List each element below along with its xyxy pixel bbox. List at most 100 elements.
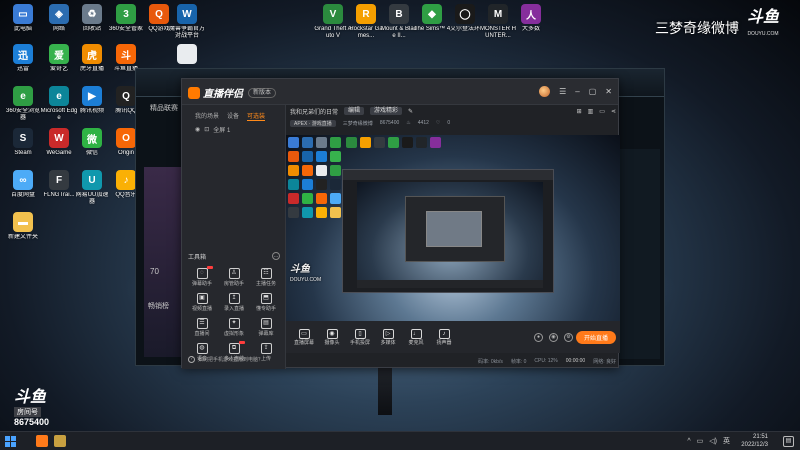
clock[interactable]: 21:51 2022/12/3 [741, 433, 768, 449]
desktop-icon-label: 迅雷 [16, 66, 29, 72]
desktop-icon-label: 此电脑 [13, 26, 32, 32]
desktop-icon[interactable]: S Steam [4, 128, 42, 157]
desktop-icon[interactable]: U 网易UU加速器 [73, 170, 111, 206]
desktop-icon[interactable]: ∞ 百度网盘 [4, 170, 42, 199]
pc-icon: ▭ [13, 4, 33, 24]
source-button-icon: ▷ [382, 328, 394, 339]
huya-icon: 虎 [82, 44, 102, 64]
notification-icon[interactable]: ▤ [783, 436, 794, 447]
preview-mini-icon [330, 137, 341, 148]
sidebar-footer-tip[interactable]: ? 如何把手机游戏直播到电脑？ [188, 356, 263, 363]
settings-icon[interactable]: ⚙ [563, 332, 573, 342]
desktop-icon[interactable]: ▭ 此电脑 [4, 4, 42, 33]
toolbox-item[interactable]: ✦ 虚拟形象 [218, 318, 250, 337]
desktop-icon[interactable]: ♻ 回收站 [73, 4, 111, 33]
minimize-icon[interactable]: – [575, 87, 579, 97]
toolbox-item-icon: ◍ [196, 343, 208, 354]
desktop-icon[interactable]: ▬ 新建文件夹 [4, 212, 42, 241]
gta-icon: V [323, 4, 343, 24]
preview-mini-icon [374, 137, 385, 148]
app-name: 直播伴侣 [203, 89, 243, 100]
chart-icon[interactable]: ▥ [588, 108, 594, 115]
screen-icon[interactable]: ▭ [599, 108, 605, 115]
record-icon[interactable]: ● [533, 332, 543, 342]
edit-room-button[interactable]: 编辑 [344, 107, 365, 115]
scene-item[interactable]: ◉ ⊡ 全屏 1 [182, 121, 285, 134]
start-button[interactable] [5, 436, 16, 447]
toolbox-item-icon: ⇪ [260, 343, 272, 354]
toolbox-item[interactable]: ⬒ 懂专助手 [250, 293, 282, 312]
status-net: 网络: 良好 [593, 358, 616, 365]
desktop-icon[interactable]: W 魔兽争霸官方对战平台 [168, 4, 206, 40]
source-button[interactable]: ◉ 摄像头 [318, 328, 346, 346]
likes-count: 0 [447, 120, 451, 126]
source-button[interactable]: ♪ 扬声器 [430, 328, 458, 346]
preview-mini-icon [360, 137, 371, 148]
like-icon: ♡ [435, 120, 441, 126]
desktop-icon[interactable]: e 360安全浏览器 [4, 86, 42, 122]
desktop-icon[interactable]: 迅迅雷 [4, 44, 42, 73]
gift-icon[interactable]: ⊞ [577, 108, 582, 115]
source-button[interactable]: ▭ 直播屏幕 [290, 328, 318, 346]
eye-icon[interactable]: ◉ [548, 332, 558, 342]
toolbox-item-icon: ▤ [260, 318, 272, 329]
desktop-icon[interactable] [168, 44, 206, 66]
tab-devices[interactable]: 设备 [227, 111, 239, 121]
start-tile [5, 442, 10, 447]
status-cpu: CPU: 12% [534, 358, 558, 364]
toolbox-more-button[interactable]: … [272, 252, 280, 260]
toolbox-item[interactable]: ▤ 弹幕库 [250, 318, 282, 337]
toolbox-item[interactable]: ▣ 视频直播 [186, 293, 218, 312]
pencil-icon[interactable]: ✎ [408, 108, 413, 115]
version-badge[interactable]: 新版本 [248, 87, 277, 98]
category-tag[interactable]: APEX · 游戏直播 [290, 119, 336, 127]
stream-preview[interactable]: 斗鱼 DOUYU.COM [286, 135, 620, 321]
share-icon[interactable]: ⋖ [611, 108, 616, 115]
taskbar-game-app[interactable] [54, 435, 66, 447]
game-select-button[interactable]: 游戏精彩 [370, 107, 403, 115]
menu-icon[interactable]: ☰ [559, 87, 566, 97]
desktop-icon[interactable]: 虎虎牙直播 [73, 44, 111, 73]
tab-addons[interactable]: 可选装 [247, 111, 266, 121]
preview-mini-icon [346, 137, 357, 148]
toolbox-item-icon: ↥ [228, 293, 240, 304]
toolbox-item[interactable]: ☷ 主播任务 [250, 268, 282, 287]
chevron-up-icon[interactable]: ^ [687, 438, 690, 445]
game-icon: 人 [521, 4, 541, 24]
volume-icon[interactable]: ◁) [709, 437, 717, 445]
taskbar-streamer-app[interactable] [36, 435, 48, 447]
origin-icon: O [116, 128, 136, 148]
source-button[interactable]: ▯ 手机投屏 [346, 328, 374, 346]
start-tile [5, 436, 10, 441]
rockstar-icon: R [356, 4, 376, 24]
source-button[interactable]: ♩ 麦克风 [402, 328, 430, 346]
toolbox-item-label: 直播间 [194, 331, 210, 337]
desktop-icon[interactable]: 微微信 [73, 128, 111, 157]
desktop-icon[interactable]: ▶ 腾讯视频 [73, 86, 111, 115]
toolbox-item[interactable]: ☰ 直播间 [186, 318, 218, 337]
source-button-label: 多媒体 [380, 339, 396, 346]
wechat-icon: 微 [82, 128, 102, 148]
toolbox-item[interactable]: ♙ 房管助手 [218, 268, 250, 287]
sims-icon: ◆ [422, 4, 442, 24]
shield-360-icon: 3 [116, 4, 136, 24]
desktop-game-icon[interactable]: 人大多数 [512, 4, 550, 33]
lock-icon[interactable]: ⊡ [204, 126, 209, 133]
ime-indicator[interactable]: 英 [723, 436, 730, 446]
source-button-icon: ♩ [410, 328, 422, 339]
close-icon[interactable]: ✕ [605, 87, 612, 97]
maximize-icon[interactable]: ▢ [589, 87, 597, 97]
toolbox-item[interactable]: ↥ 录入直播 [218, 293, 250, 312]
source-button[interactable]: ▷ 多媒体 [374, 328, 402, 346]
eye-icon[interactable]: ◉ [195, 126, 200, 133]
network-tray-icon[interactable]: ▭ [697, 437, 704, 445]
tab-scenes[interactable]: 我的场景 [195, 111, 219, 121]
room-badge-label: 房间号 [14, 407, 41, 417]
start-stream-button[interactable]: 开始直播 [575, 330, 616, 344]
toolbox-item-icon: ✦ [228, 318, 240, 329]
toolbox-item[interactable]: ◌ 弹幕助手 [186, 266, 218, 287]
desktop-icon-label: 虎牙直播 [79, 66, 104, 72]
preview-mini-icon [288, 137, 299, 148]
nested-window-level3 [426, 211, 482, 247]
user-avatar[interactable] [539, 86, 551, 97]
